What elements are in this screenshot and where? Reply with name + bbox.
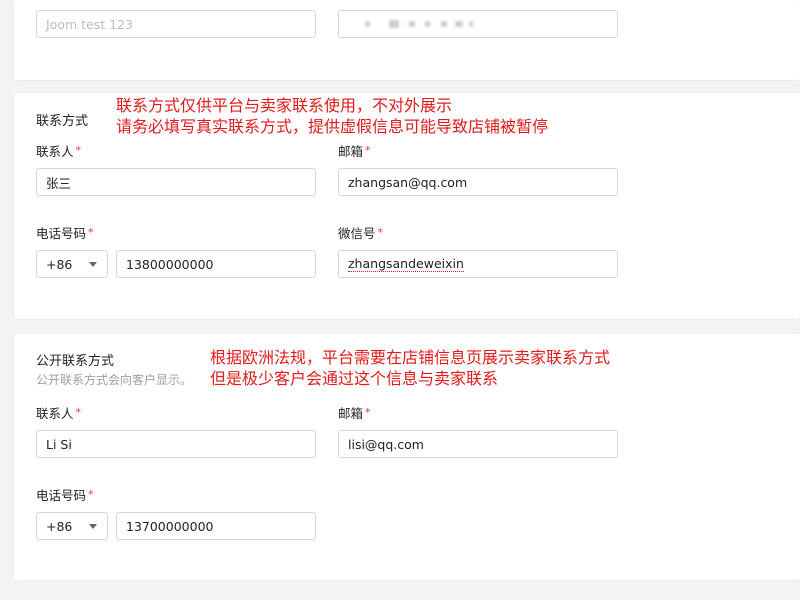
- chevron-down-icon: [89, 524, 97, 529]
- section-subtitle: 公开联系方式会向客户显示。: [36, 373, 193, 387]
- required-mark: *: [88, 226, 94, 239]
- country-code-select[interactable]: +86: [36, 250, 108, 278]
- required-mark: *: [377, 226, 384, 239]
- contact-person-label: 联系人 *: [36, 141, 81, 160]
- store-name-field[interactable]: Joom test 123: [36, 10, 316, 38]
- required-mark: *: [75, 406, 82, 419]
- email-value: zhangsan@qq.com: [348, 174, 468, 190]
- contact-person-value: 张三: [46, 175, 72, 191]
- blurred-value: [349, 11, 609, 37]
- country-code-value: +86: [46, 518, 73, 534]
- contact-section: 联系方式 联系方式仅供平台与卖家联系使用，不对外展示 请务必填写真实联系方式，提…: [14, 93, 800, 319]
- annotation-line-1: 联系方式仅供平台与卖家联系使用，不对外展示: [116, 96, 453, 115]
- annotation-line-1: 根据欧洲法规，平台需要在店铺信息页展示卖家联系方式: [210, 348, 611, 367]
- email-value: lisi@qq.com: [348, 436, 424, 452]
- label-text: 电话号码: [36, 488, 87, 503]
- phone-field[interactable]: 13800000000: [116, 250, 316, 278]
- chevron-down-icon: [89, 262, 97, 267]
- wechat-label: 微信号 *: [338, 223, 383, 242]
- required-mark: *: [75, 144, 82, 157]
- public-contact-section: 公开联系方式 公开联系方式会向客户显示。 根据欧洲法规，平台需要在店铺信息页展示…: [14, 334, 800, 580]
- contact-person-field[interactable]: 张三: [36, 168, 316, 196]
- label-text: 邮箱: [338, 406, 364, 421]
- email-field[interactable]: zhangsan@qq.com: [338, 168, 618, 196]
- annotation-note: 联系方式仅供平台与卖家联系使用，不对外展示 请务必填写真实联系方式，提供虚假信息…: [116, 95, 548, 137]
- section-title: 联系方式: [36, 114, 89, 129]
- public-country-code-select[interactable]: +86: [36, 512, 108, 540]
- store-secondary-field[interactable]: [338, 10, 618, 38]
- annotation-line-2: 请务必填写真实联系方式，提供虚假信息可能导致店铺被暂停: [116, 117, 549, 136]
- annotation-line-2: 但是极少客户会通过这个信息与卖家联系: [210, 369, 499, 388]
- phone-value: 13700000000: [126, 518, 214, 534]
- contact-person-label: 联系人 *: [36, 403, 81, 422]
- public-phone-field[interactable]: 13700000000: [116, 512, 316, 540]
- phone-value: 13800000000: [126, 256, 214, 272]
- email-label: 邮箱 *: [338, 141, 371, 160]
- label-text: 微信号: [338, 226, 376, 241]
- public-contact-person-field[interactable]: Li Si: [36, 430, 316, 458]
- label-text: 邮箱: [338, 144, 364, 159]
- country-code-value: +86: [46, 256, 73, 272]
- phone-label: 电话号码 *: [36, 485, 94, 504]
- phone-label: 电话号码 *: [36, 223, 94, 242]
- annotation-note: 根据欧洲法规，平台需要在店铺信息页展示卖家联系方式 但是极少客户会通过这个信息与…: [210, 347, 610, 389]
- label-text: 联系人: [36, 144, 74, 159]
- required-mark: *: [88, 488, 94, 501]
- wechat-field[interactable]: zhangsandeweixin: [338, 250, 618, 278]
- store-info-card: Joom test 123: [14, 0, 800, 80]
- contact-person-value: Li Si: [46, 436, 72, 452]
- label-text: 电话号码: [36, 226, 87, 241]
- required-mark: *: [365, 406, 371, 419]
- wechat-value: zhangsandeweixin: [348, 256, 464, 272]
- email-label: 邮箱 *: [338, 403, 371, 422]
- store-name-value: Joom test 123: [46, 16, 133, 32]
- label-text: 联系人: [36, 406, 74, 421]
- required-mark: *: [365, 144, 371, 157]
- section-title: 公开联系方式: [36, 354, 115, 369]
- public-email-field[interactable]: lisi@qq.com: [338, 430, 618, 458]
